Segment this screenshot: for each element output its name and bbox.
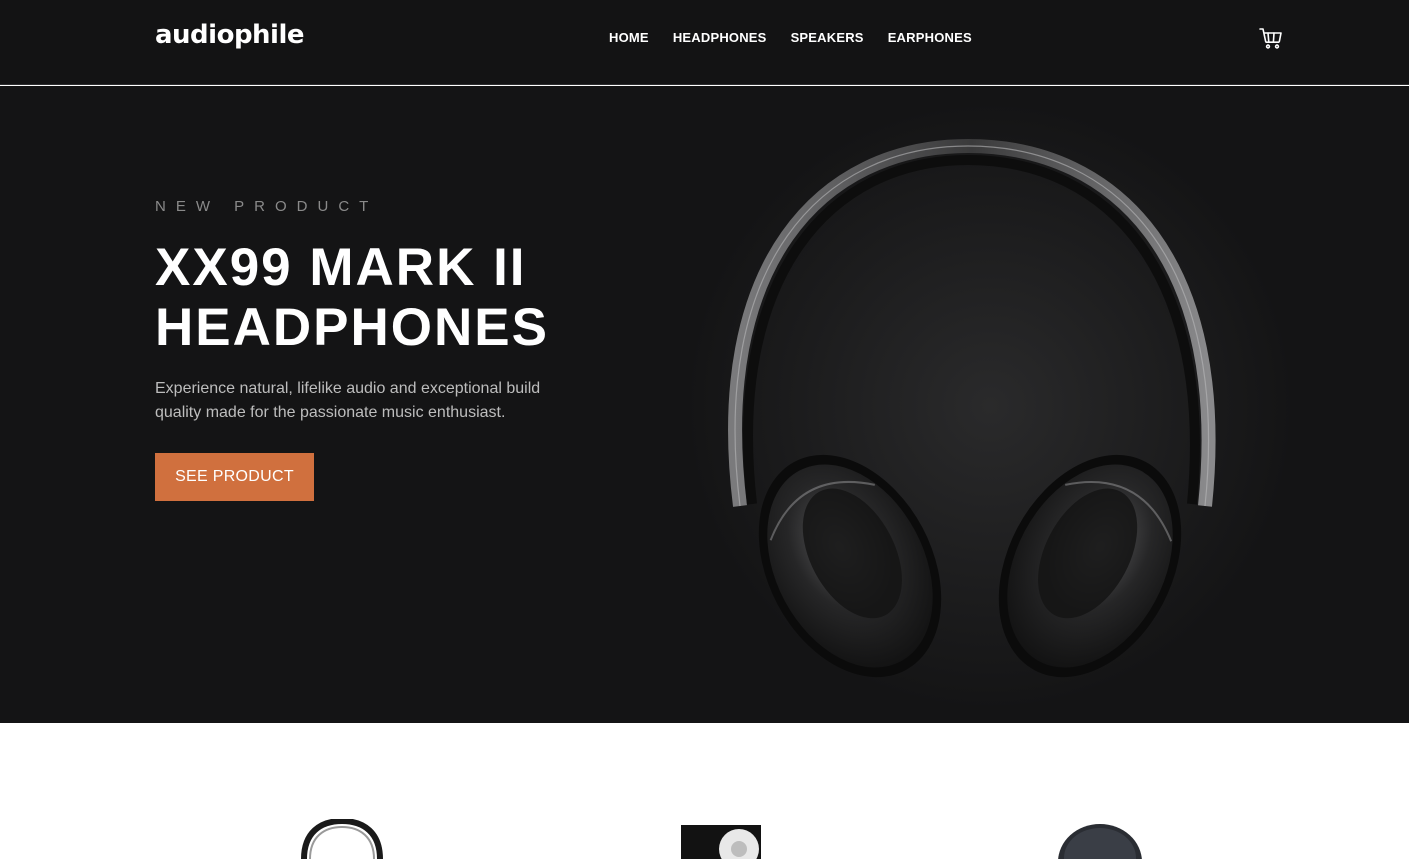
nav-earphones[interactable]: EARPHONES: [888, 30, 972, 45]
site-header: audiophile HOME HEADPHONES SPEAKERS EARP…: [0, 0, 1409, 85]
hero-title-line1: XX99 MARK II: [155, 238, 527, 297]
hero-section: NEW PRODUCT XX99 MARK II HEADPHONES Expe…: [0, 86, 1409, 723]
logo[interactable]: audiophile: [155, 20, 305, 50]
cart-icon[interactable]: [1259, 27, 1283, 49]
hero-description: Experience natural, lifelike audio and e…: [155, 380, 541, 421]
hero-title-line2: HEADPHONES: [155, 298, 550, 357]
main-nav: HOME HEADPHONES SPEAKERS EARPHONES: [609, 30, 972, 45]
earphones-thumbnail[interactable]: [1056, 822, 1144, 859]
speaker-thumbnail[interactable]: [679, 823, 763, 859]
nav-headphones[interactable]: HEADPHONES: [673, 30, 767, 45]
hero-title: XX99 MARK II HEADPHONES: [155, 238, 635, 358]
hero-overline: NEW PRODUCT: [155, 198, 379, 215]
categories-section: [0, 723, 1409, 859]
see-product-button[interactable]: SEE PRODUCT: [155, 453, 314, 501]
headphones-thumbnail[interactable]: [300, 817, 384, 859]
nav-home[interactable]: HOME: [609, 30, 649, 45]
nav-speakers[interactable]: SPEAKERS: [791, 30, 864, 45]
headphones-image: [700, 126, 1240, 686]
